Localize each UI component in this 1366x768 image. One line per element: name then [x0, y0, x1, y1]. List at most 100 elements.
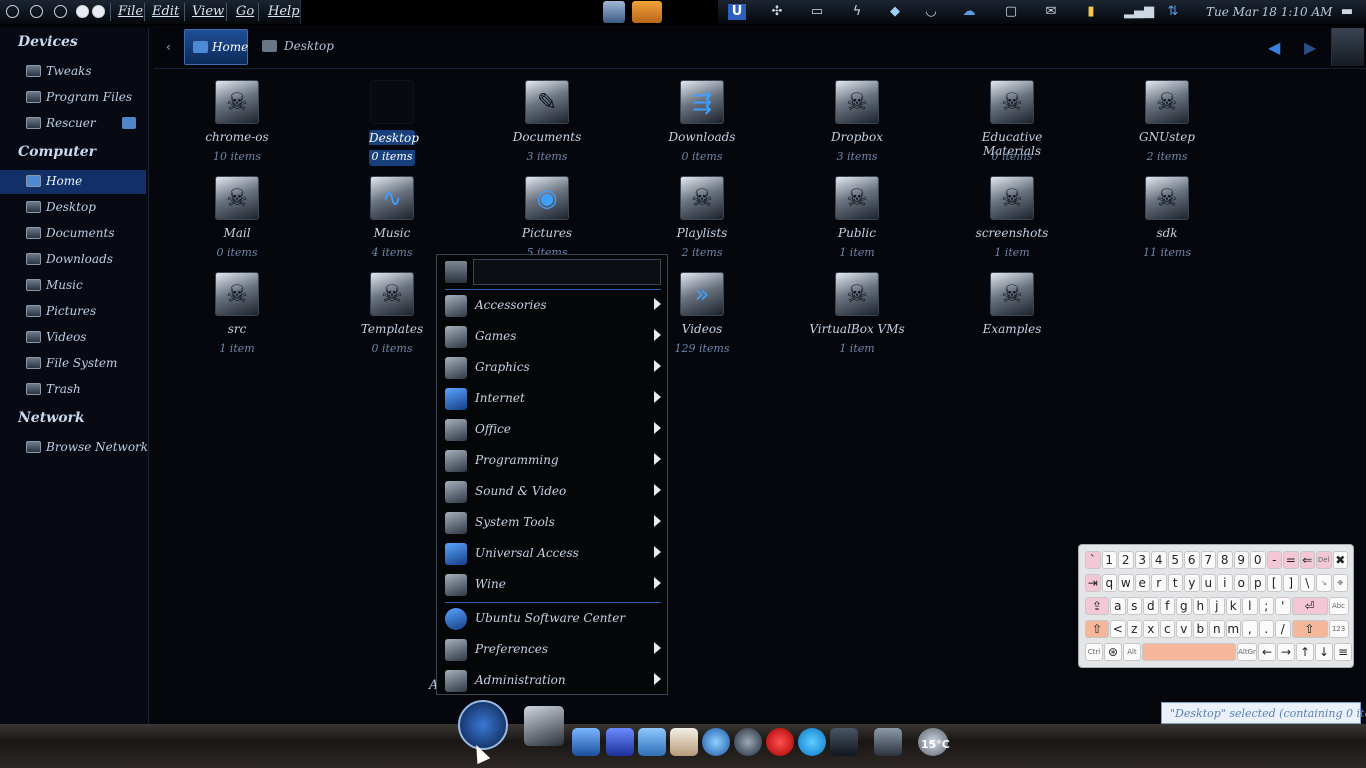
keyboard-key[interactable]: ⊛ [1104, 643, 1122, 661]
keyboard-key[interactable]: j [1209, 597, 1225, 615]
keyboard-key[interactable]: 2 [1118, 551, 1134, 569]
folder-item[interactable]: ☠ Mail 0 items [177, 176, 297, 266]
cloud-icon[interactable]: ☁ [960, 4, 978, 20]
settings-app-icon[interactable] [603, 1, 625, 23]
keyboard-key[interactable]: AltGr [1237, 643, 1257, 661]
back-arrow-icon[interactable]: ◀ [1268, 38, 1280, 57]
keyboard-key[interactable]: a [1110, 597, 1126, 615]
menu-preferences[interactable]: Preferences [441, 636, 665, 664]
bird-icon[interactable] [638, 728, 666, 756]
menu-graphics[interactable]: Graphics [441, 354, 665, 382]
folder-item[interactable]: ∿ Music 4 items [332, 176, 452, 266]
keyboard-key[interactable]: y [1184, 574, 1200, 592]
battery-icon[interactable]: ▮ [1082, 4, 1100, 20]
window-icon[interactable]: ▢ [1002, 4, 1020, 20]
folder-item[interactable]: ☠ screenshots 1 item [952, 176, 1072, 266]
folder-item[interactable]: ☠ VirtualBox VMs 1 item [797, 272, 917, 362]
menu-sound-video[interactable]: Sound & Video [441, 478, 665, 506]
sidebar-item-rescuer[interactable]: Rescuer [0, 112, 146, 136]
keyboard-key[interactable]: [ [1266, 574, 1282, 592]
keyboard-key[interactable]: / [1275, 620, 1291, 638]
folder-item[interactable]: ☠ Templates 0 items [332, 272, 452, 362]
keyboard-key[interactable]: < [1110, 620, 1126, 638]
folder-item-selected[interactable]: Desktop 0 items [332, 80, 452, 170]
keyboard-key[interactable]: q [1101, 574, 1117, 592]
keyboard-key[interactable]: = [1283, 551, 1299, 569]
menu-accessories[interactable]: Accessories [441, 292, 665, 320]
folder-item[interactable]: ⇶ Downloads 0 items [642, 80, 762, 170]
keyboard-key[interactable]: l [1242, 597, 1258, 615]
sidebar-item-music[interactable]: Music [0, 274, 146, 298]
folder-item[interactable]: ☠ GNUstep 2 items [1107, 80, 1227, 170]
keyboard-key[interactable]: 3 [1134, 551, 1150, 569]
keyboard-key[interactable]: Ctrl [1085, 643, 1103, 661]
keyboard-key[interactable]: u [1200, 574, 1216, 592]
terminal-icon[interactable] [830, 728, 858, 756]
keyboard-key[interactable]: s [1126, 597, 1142, 615]
keyboard-key[interactable]: m [1225, 620, 1241, 638]
keyboard-key[interactable]: ; [1258, 597, 1274, 615]
sidebar-item-trash[interactable]: Trash [0, 378, 146, 402]
keyboard-key[interactable]: Alt [1123, 643, 1141, 661]
keyboard-key[interactable]: 5 [1167, 551, 1183, 569]
keyboard-key[interactable]: Abc [1328, 597, 1349, 615]
sidebar-item-tweaks[interactable]: Tweaks [0, 60, 146, 84]
keyboard-key[interactable]: 0 [1250, 551, 1266, 569]
ubuntu-one-icon[interactable]: U [728, 4, 746, 20]
keyboard-key[interactable]: c [1159, 620, 1175, 638]
network-icon[interactable]: ⇅ [1164, 4, 1182, 20]
keyboard-key[interactable]: 6 [1184, 551, 1200, 569]
steam-icon[interactable] [734, 728, 762, 756]
keyboard-key[interactable]: f [1159, 597, 1175, 615]
sidebar-item-videos[interactable]: Videos [0, 326, 146, 350]
keyboard-key[interactable]: i [1217, 574, 1233, 592]
folder-item[interactable]: ✎ Documents 3 items [487, 80, 607, 170]
book-icon[interactable] [670, 728, 698, 756]
signal-icon[interactable]: ▂▄▆ [1124, 4, 1154, 20]
minimize-window-button[interactable] [30, 5, 43, 18]
maximize-window-button[interactable] [54, 5, 67, 18]
keyboard-key[interactable]: 7 [1200, 551, 1216, 569]
menu-system-tools[interactable]: System Tools [441, 509, 665, 537]
menu-edit[interactable]: Edit [152, 4, 179, 19]
keyboard-key[interactable]: r [1151, 574, 1167, 592]
keyboard-key[interactable]: ↓ [1315, 643, 1333, 661]
keyboard-key[interactable]: ⇧ [1291, 620, 1328, 638]
app-search-input[interactable] [473, 259, 661, 285]
keyboard-key[interactable]: ↘ [1316, 574, 1332, 592]
cup-icon[interactable]: ◡ [922, 4, 940, 20]
keyboard-key[interactable]: ` [1085, 551, 1101, 569]
keyboard-key[interactable]: ⇧ [1085, 620, 1109, 638]
settings-icon[interactable] [606, 728, 634, 756]
keyboard-key[interactable]: ↑ [1296, 643, 1314, 661]
menu-ubuntu-software-center[interactable]: Ubuntu Software Center [441, 605, 665, 633]
sidebar-item-downloads[interactable]: Downloads [0, 248, 146, 272]
keyboard-key[interactable]: b [1192, 620, 1208, 638]
menu-universal-access[interactable]: Universal Access [441, 540, 665, 568]
clock[interactable]: Tue Mar 18 1:10 AM [1206, 5, 1332, 19]
menu-file[interactable]: File [118, 4, 143, 19]
keyboard-key[interactable]: 8 [1217, 551, 1233, 569]
keyboard-key[interactable]: z [1126, 620, 1142, 638]
keyboard-key[interactable]: p [1250, 574, 1266, 592]
keyboard-key[interactable]: ⏎ [1291, 597, 1328, 615]
keyboard-key[interactable]: ⇐ [1299, 551, 1315, 569]
keyboard-key[interactable]: d [1143, 597, 1159, 615]
keyboard-key[interactable]: w [1118, 574, 1134, 592]
folder-item[interactable]: ☠ Educative Materials 0 items [952, 80, 1072, 170]
menu-go[interactable]: Go [236, 4, 254, 19]
menu-internet[interactable]: Internet [441, 385, 665, 413]
keyboard-key[interactable]: - [1266, 551, 1282, 569]
mail-icon[interactable]: ✉ [1042, 4, 1060, 20]
image-viewer-icon[interactable]: ▭ [808, 4, 826, 20]
menu-office[interactable]: Office [441, 416, 665, 444]
finder-icon[interactable] [572, 728, 600, 756]
keyboard-key[interactable] [1142, 643, 1236, 661]
breadcrumb-home[interactable]: Home [184, 29, 248, 65]
keyboard-key[interactable]: ' [1275, 597, 1291, 615]
breadcrumb-desktop[interactable]: Desktop [262, 29, 334, 65]
keyboard-key[interactable]: n [1209, 620, 1225, 638]
keyboard-key[interactable]: 4 [1151, 551, 1167, 569]
folder-item[interactable]: ☠ chrome-os 10 items [177, 80, 297, 170]
keyboard-key[interactable]: , [1242, 620, 1258, 638]
